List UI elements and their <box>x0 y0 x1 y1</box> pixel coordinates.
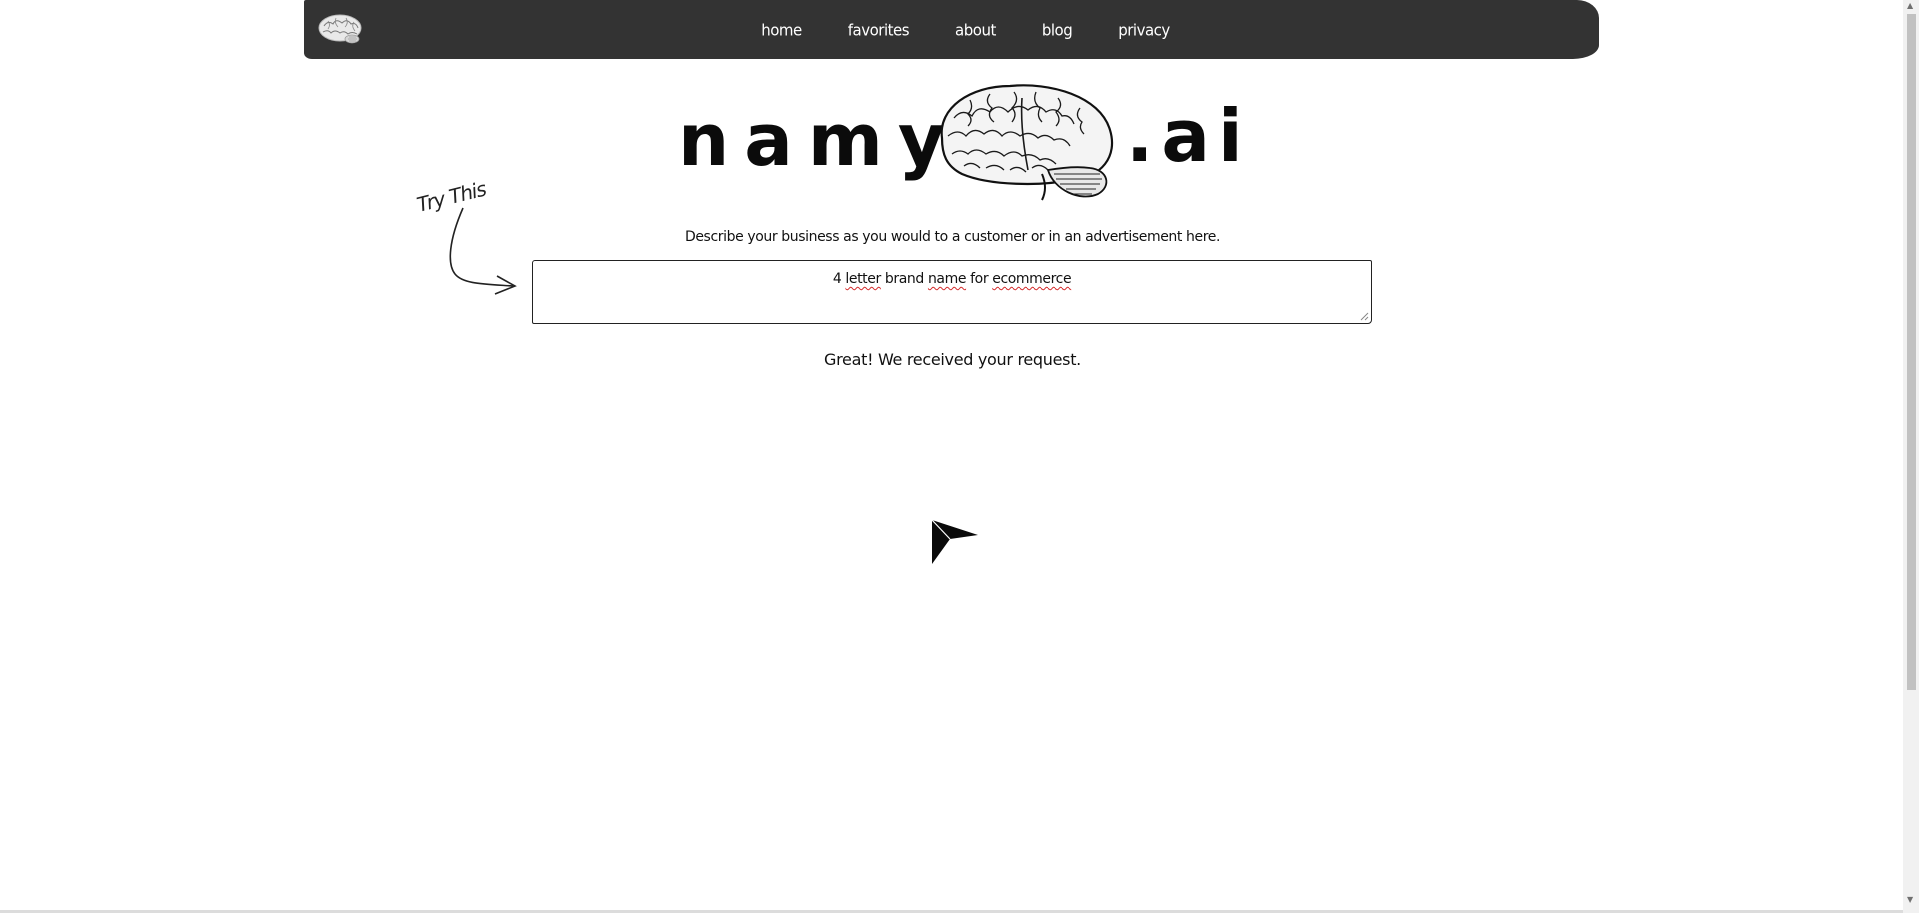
nav-link-favorites[interactable]: favorites <box>848 20 910 39</box>
spellcheck-word: letter <box>845 271 881 287</box>
scroll-up-arrow-icon[interactable]: ▲ <box>1907 2 1913 10</box>
status-message: Great! We received your request. <box>824 350 1081 369</box>
spellcheck-word: ecommerce <box>992 271 1072 287</box>
nav-link-blog[interactable]: blog <box>1042 20 1073 39</box>
scrollbar-thumb[interactable] <box>1907 14 1916 690</box>
spellcheck-word: name <box>927 271 967 287</box>
try-this-annotation: Try This <box>414 168 525 298</box>
brand-logo: namy .ai <box>674 78 1243 208</box>
brand-name-right: .ai <box>1126 94 1251 178</box>
resize-grip-icon[interactable] <box>1360 312 1369 321</box>
brand-name-left: namy <box>678 98 960 182</box>
nav-link-home[interactable]: home <box>761 20 802 39</box>
description-prompt: Describe your business as you would to a… <box>684 229 1221 245</box>
vertical-scrollbar[interactable]: ▲ ▼ <box>1903 0 1919 913</box>
curved-arrow-icon: Try This <box>414 177 517 295</box>
business-description-textarea[interactable]: 4 letter brand name for ecommerce <box>532 260 1372 324</box>
scroll-down-arrow-icon[interactable]: ▼ <box>1907 896 1913 904</box>
nav-link-about[interactable]: about <box>955 20 996 39</box>
top-navbar: home favorites about blog privacy <box>304 0 1599 59</box>
send-arrow-icon[interactable] <box>930 518 980 566</box>
nav-link-privacy[interactable]: privacy <box>1118 20 1170 39</box>
try-this-label: Try This <box>415 177 489 217</box>
description-value: 4 letter brand name for ecommerce <box>832 271 1072 287</box>
nav-links: home favorites about blog privacy <box>304 0 1599 59</box>
brain-icon <box>940 84 1114 201</box>
